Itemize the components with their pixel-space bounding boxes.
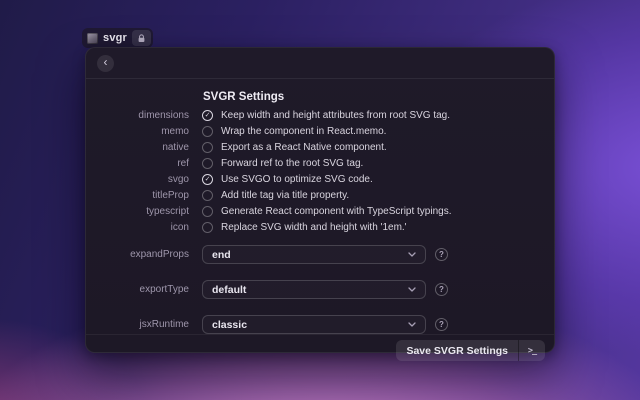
preference-row: typescript Generate React component with…	[86, 206, 554, 218]
checkbox[interactable]	[202, 158, 213, 169]
preference-name-label: exportType	[86, 284, 189, 296]
preference-row: native Export as a React Native componen…	[86, 142, 554, 154]
preference-row: dimensions ✓ Keep width and height attri…	[86, 110, 554, 122]
help-icon[interactable]: ?	[435, 283, 448, 296]
svgr-settings-window: ‹ SVGR Settings dimensions ✓ Keep width …	[85, 47, 555, 353]
save-svgr-settings-button[interactable]: Save SVGR Settings >_	[396, 340, 545, 361]
preference-description: Export as a React Native component.	[221, 142, 387, 154]
preference-name-label: jsxRuntime	[86, 319, 189, 331]
dropdown-row: jsxRuntime classic ?	[86, 315, 554, 334]
preference-row: icon Replace SVG width and height with '…	[86, 222, 554, 234]
save-button-label: Save SVGR Settings	[396, 340, 518, 361]
preference-description: Generate React component with TypeScript…	[221, 206, 452, 218]
svgr-extension-icon	[87, 33, 98, 44]
preference-name-label: memo	[86, 126, 189, 138]
enter-key-icon: >_	[519, 340, 545, 361]
action-bar: Save SVGR Settings >_	[86, 334, 554, 366]
lock-icon	[137, 34, 146, 43]
dropdown-select[interactable]: end	[202, 245, 426, 264]
dropdown-row: exportType default ?	[86, 280, 554, 299]
dropdown-select[interactable]: classic	[202, 315, 426, 334]
preference-row: ref Forward ref to the root SVG tag.	[86, 158, 554, 170]
checkbox[interactable]	[202, 222, 213, 233]
dropdown-value: classic	[212, 319, 247, 331]
chevron-down-icon	[408, 322, 416, 327]
chevron-down-icon	[408, 252, 416, 257]
back-button[interactable]: ‹	[97, 55, 114, 72]
help-icon[interactable]: ?	[435, 318, 448, 331]
preference-name-label: icon	[86, 222, 189, 234]
extension-tag[interactable]: svgr	[82, 28, 153, 48]
preference-description: Forward ref to the root SVG tag.	[221, 158, 363, 170]
preference-name-label: typescript	[86, 206, 189, 218]
preference-name-label: dimensions	[86, 110, 189, 122]
checkbox-list: dimensions ✓ Keep width and height attri…	[86, 110, 554, 234]
preference-description: Keep width and height attributes from ro…	[221, 110, 450, 122]
preference-name-label: native	[86, 142, 189, 154]
checkbox[interactable]: ✓	[202, 174, 213, 185]
lock-key-chip	[132, 30, 151, 46]
preference-description: Wrap the component in React.memo.	[221, 126, 386, 138]
checkbox[interactable]: ✓	[202, 110, 213, 121]
page-title: SVGR Settings	[203, 91, 554, 103]
checkbox[interactable]	[202, 206, 213, 217]
help-icon[interactable]: ?	[435, 248, 448, 261]
window-header: ‹	[86, 48, 554, 79]
preference-name-label: expandProps	[86, 249, 189, 261]
preference-row: svgo ✓ Use SVGO to optimize SVG code.	[86, 174, 554, 186]
checkbox[interactable]	[202, 126, 213, 137]
preference-name-label: svgo	[86, 174, 189, 186]
dropdown-row: expandProps end ?	[86, 245, 554, 264]
checkbox[interactable]	[202, 142, 213, 153]
preference-name-label: titleProp	[86, 190, 189, 202]
preference-row: memo Wrap the component in React.memo.	[86, 126, 554, 138]
preference-description: Replace SVG width and height with '1em.'	[221, 222, 407, 234]
extension-tag-label: svgr	[103, 32, 127, 44]
dropdown-list: expandProps end ? exportType default ? j…	[86, 245, 554, 334]
settings-form: SVGR Settings dimensions ✓ Keep width an…	[86, 79, 554, 334]
dropdown-value: end	[212, 249, 231, 261]
chevron-down-icon	[408, 287, 416, 292]
preference-row: titleProp Add title tag via title proper…	[86, 190, 554, 202]
preference-description: Use SVGO to optimize SVG code.	[221, 174, 373, 186]
dropdown-value: default	[212, 284, 246, 296]
preference-name-label: ref	[86, 158, 189, 170]
checkbox[interactable]	[202, 190, 213, 201]
preference-description: Add title tag via title property.	[221, 190, 349, 202]
dropdown-select[interactable]: default	[202, 280, 426, 299]
